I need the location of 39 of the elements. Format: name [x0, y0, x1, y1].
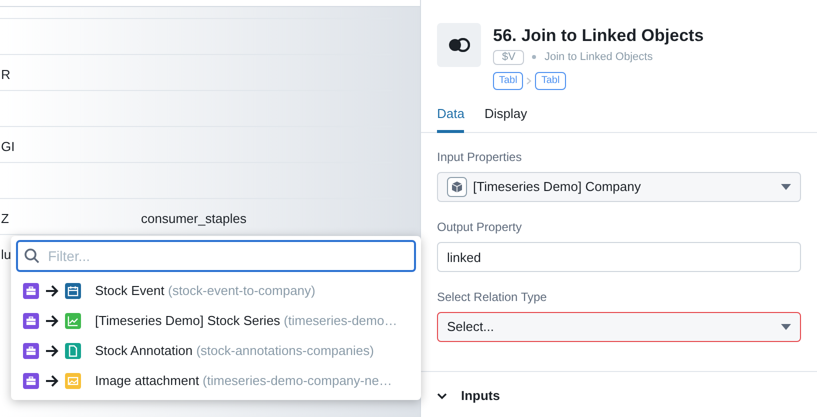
menu-item[interactable]: Stock Event (stock-event-to-company) — [15, 276, 417, 306]
text-field[interactable]: linked — [437, 242, 801, 272]
chevron-right-icon — [526, 76, 532, 84]
menu-item[interactable]: [Timeseries Demo] Stock Series (timeseries-demo… — [15, 306, 417, 336]
cube-icon — [447, 177, 467, 197]
type-tag: Tabl — [535, 72, 566, 90]
field-label: Input Properties — [437, 149, 523, 166]
select-field[interactable]: Select... — [437, 312, 801, 342]
caret-icon — [781, 324, 791, 330]
arrow-right-icon — [45, 285, 59, 297]
briefcase-icon — [23, 343, 39, 359]
table-cell-text: R — [1, 66, 10, 84]
arrow-right-icon — [45, 315, 59, 327]
table-cell-text: Z — [1, 210, 9, 228]
table-cell-text: lu — [1, 246, 12, 264]
arrow-right-icon — [45, 375, 59, 387]
field-label: Select Relation Type — [437, 289, 548, 306]
select-field[interactable]: [Timeseries Demo] Company — [437, 172, 801, 202]
briefcase-icon — [23, 283, 39, 299]
briefcase-icon — [23, 313, 39, 329]
panel-title: 56. Join to Linked Objects — [493, 25, 704, 47]
section-header[interactable]: Inputs — [437, 372, 801, 417]
caret-icon — [781, 184, 791, 190]
menu-item[interactable]: Stock Annotation (stock-annotations-companies) — [15, 336, 417, 366]
field-label: Output Property — [437, 219, 523, 236]
briefcase-icon — [23, 373, 39, 389]
variable-tag: $V — [493, 50, 524, 65]
arrow-right-icon — [45, 345, 59, 357]
filter-field[interactable]: Filter... — [16, 240, 416, 272]
table-cell-text: GI — [1, 138, 15, 156]
type-tag: Tabl — [493, 72, 524, 90]
menu-item[interactable]: Image attachment (timeseries-demo-company-ne… — [15, 366, 417, 396]
search-icon — [24, 248, 40, 264]
table-cell-text: consumer_staples — [141, 210, 246, 228]
tab[interactable]: Data — [437, 104, 464, 133]
node-icon — [437, 23, 481, 67]
tab[interactable]: Display — [484, 104, 528, 133]
subtitle: Join to Linked Objects — [544, 50, 653, 65]
chevron-down-icon — [437, 392, 447, 400]
